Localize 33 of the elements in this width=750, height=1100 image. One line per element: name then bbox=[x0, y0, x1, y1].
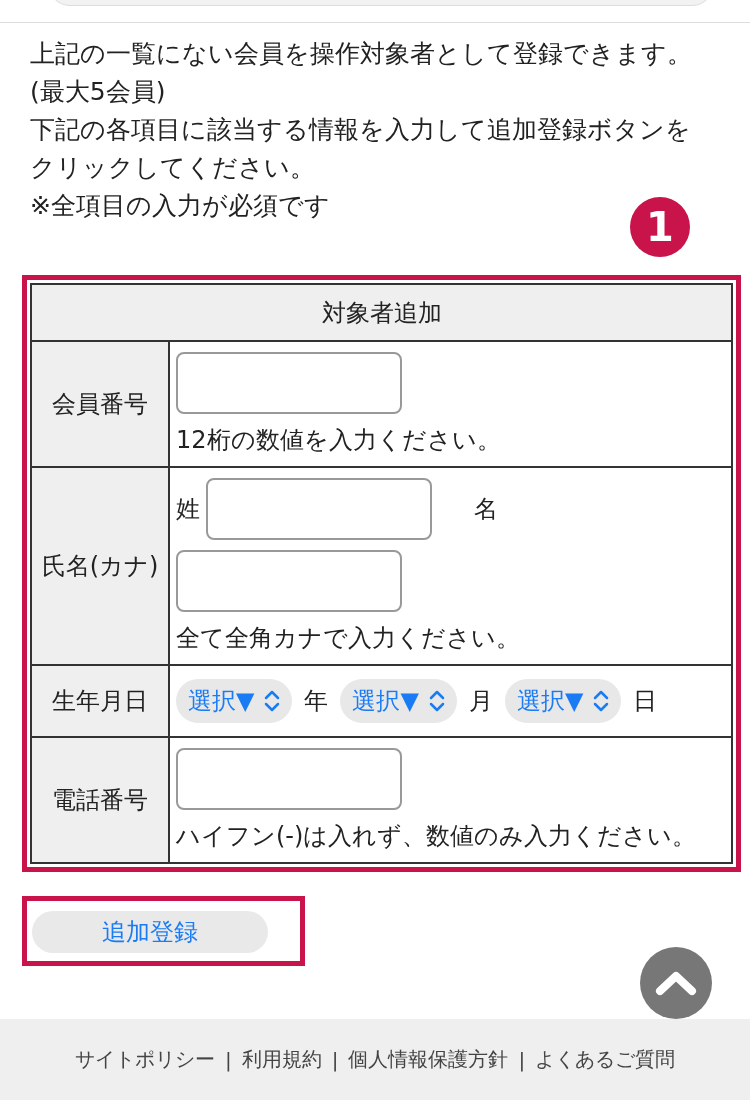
unit-label: 日 bbox=[633, 686, 658, 717]
field-label: 氏名(カナ) bbox=[31, 467, 169, 665]
input-field[interactable] bbox=[176, 550, 402, 612]
form-title: 対象者追加 bbox=[31, 284, 732, 341]
chevron-up-icon bbox=[655, 970, 697, 996]
step-badge: 1 bbox=[630, 197, 690, 257]
separator: | bbox=[518, 1047, 526, 1072]
input-field[interactable] bbox=[176, 748, 402, 810]
field-label: 電話番号 bbox=[31, 737, 169, 863]
chevron-up-down-icon bbox=[264, 690, 281, 712]
intro-text: 下記の各項目に該当する情報を入力して追加登録ボタンをクリックしてください。 bbox=[30, 114, 692, 184]
footer-link[interactable]: サイトポリシー bbox=[74, 1046, 215, 1073]
field-label: 会員番号 bbox=[31, 341, 169, 467]
field-label: 姓 bbox=[176, 494, 200, 525]
intro-text: (最大5会員) bbox=[30, 76, 167, 108]
input-field[interactable] bbox=[206, 478, 432, 540]
field-label: 名 bbox=[474, 494, 498, 525]
footer-link[interactable]: 個人情報保護方針 bbox=[348, 1046, 509, 1073]
intro-text: ※全項目の入力が必須です bbox=[30, 190, 331, 222]
chevron-up-down-icon bbox=[428, 690, 445, 712]
hint-text: ハイフン(-)は入れず、数値のみ入力ください。 bbox=[176, 821, 698, 852]
separator: | bbox=[224, 1047, 232, 1072]
input-field[interactable] bbox=[176, 352, 402, 414]
hint-text: 全て全角カナで入力ください。 bbox=[176, 623, 521, 654]
unit-label: 月 bbox=[468, 686, 493, 717]
hint-text: 12桁の数値を入力ください。 bbox=[176, 425, 502, 456]
intro-text: 上記の一覧にない会員を操作対象者として登録できます。 bbox=[30, 38, 692, 70]
footer-link[interactable]: よくあるご質問 bbox=[535, 1046, 676, 1073]
footer-link[interactable]: 利用規約 bbox=[241, 1046, 322, 1073]
field-label: 生年月日 bbox=[31, 665, 169, 737]
unit-label: 年 bbox=[304, 686, 329, 717]
separator: | bbox=[331, 1047, 339, 1072]
chevron-up-down-icon bbox=[593, 690, 610, 712]
